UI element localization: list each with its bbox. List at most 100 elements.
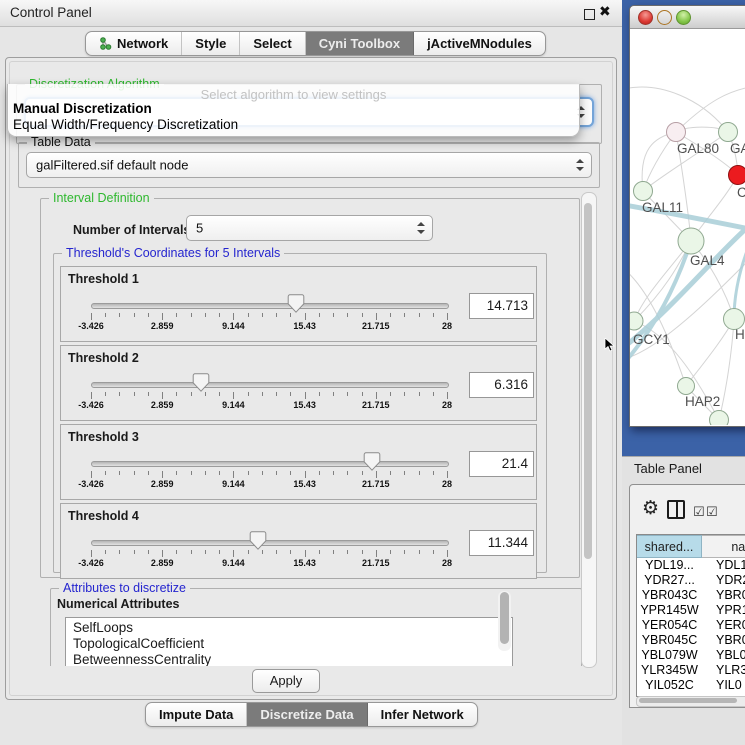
mouse-cursor [604,338,616,352]
table-panel-title: Table Panel [634,461,702,476]
settings-scroll-viewport: Interval Definition Number of Intervals … [16,192,582,666]
table-row[interactable]: YDR27...YDR2 [637,573,745,588]
attribute-list-item[interactable]: SelfLoops [66,620,512,636]
close-icon[interactable]: ✖ [599,3,611,20]
slider-thumb[interactable] [250,531,267,550]
network-node[interactable] [678,378,695,395]
threshold-value-field[interactable]: 14.713 [469,293,534,319]
slider-thumb[interactable] [193,373,210,392]
threshold-label: Threshold 2 [68,351,139,365]
tab-cyni-toolbox[interactable]: Cyni Toolbox [306,32,414,55]
network-node[interactable] [630,312,643,330]
slider-thumb-zone [91,531,447,551]
apply-button[interactable]: Apply [252,669,320,693]
table-row[interactable]: YER054CYER0 [637,618,745,633]
network-node-labels: GAL80GACGAL11GAL4GCY1HHAP2 [633,141,745,409]
tab-discretize-data[interactable]: Discretize Data [247,703,367,726]
attributes-group: Attributes to discretize Numerical Attri… [50,588,582,666]
slider-ticks [91,313,447,320]
slider-thumb[interactable] [364,452,381,471]
tab-select[interactable]: Select [240,32,305,55]
slider-thumb-zone [91,373,447,393]
slider-thumb[interactable] [288,294,305,313]
control-panel-titlebar: Control Panel ✖ [0,0,622,27]
network-node[interactable] [667,123,686,142]
group-title: Threshold's Coordinates for 5 Intervals [62,246,284,260]
tab-label: Impute Data [159,707,233,722]
threshold-value-field[interactable]: 6.316 [469,372,534,398]
table-data-combo[interactable]: galFiltered.sif default node [26,152,592,178]
gear-icon[interactable]: ⚙ [642,497,659,520]
threshold-value-field[interactable]: 11.344 [469,530,534,556]
slider-tick-labels: -3.4262.8599.14415.4321.71528 [91,479,447,489]
table-row[interactable]: YBR045CYBR0 [637,633,745,648]
node-label: GAL11 [642,200,683,215]
network-node[interactable] [710,411,729,426]
node-table: shared... name YDL19...YDL1YDR27...YDR2Y… [636,534,745,697]
minimize-traffic-light-icon[interactable] [657,10,672,25]
table-row[interactable]: YPR145WYPR1 [637,603,745,618]
network-node[interactable] [678,228,704,254]
dropdown-item-manual-discretization[interactable]: Manual Discretization [13,101,152,116]
table-horizontal-scrollbar[interactable] [636,696,745,707]
column-selector-icon[interactable] [667,500,685,519]
settings-vertical-scrollbar[interactable] [581,192,597,668]
group-title: Table Data [27,135,95,149]
slider-ticks [91,392,447,399]
tab-impute-data[interactable]: Impute Data [146,703,247,726]
network-window-titlebar[interactable] [630,6,745,29]
number-of-intervals-label: Number of Intervals [73,223,190,237]
node-label: H [735,327,745,342]
threshold-panel: Threshold 3 -3.4262.8599.14415.4321.7152… [60,424,537,500]
threshold-label: Threshold 4 [68,509,139,523]
scrollbar-thumb[interactable] [584,203,592,559]
dropdown-hint: Select algorithm to view settings [8,87,579,102]
select-all-icon[interactable]: ☑ [693,504,703,520]
network-window: GAL80GACGAL11GAL4GCY1HHAP2 [629,5,745,427]
table-row[interactable]: YLR345WYLR3 [637,663,745,678]
numerical-attributes-list: SelfLoopsTopologicalCoefficientBetweenne… [65,617,513,666]
table-header: shared... name [637,535,745,558]
threshold-value-field[interactable]: 21.4 [469,451,534,477]
tab-style[interactable]: Style [182,32,240,55]
application-root: Control Panel ✖ Network Style Select Cyn… [0,0,745,745]
table-row[interactable]: YBR043CYBR0 [637,588,745,603]
tab-jactivemnodules[interactable]: jActiveMNodules [414,32,545,55]
tab-network[interactable]: Network [86,32,182,55]
node-label: GA [730,141,745,156]
slider-thumb-zone [91,294,447,314]
slider-thumb-zone [91,452,447,472]
dropdown-item-equal-width[interactable]: Equal Width/Frequency Discretization [13,117,238,132]
float-window-icon[interactable] [584,9,595,20]
number-of-intervals-combo[interactable]: 5 [186,215,433,241]
table-row[interactable]: YDL19...YDL1 [637,558,745,573]
thresholds-group: Threshold's Coordinates for 5 Intervals … [53,253,547,573]
close-traffic-light-icon[interactable] [638,10,653,25]
column-header-shared-name[interactable]: shared... [637,535,702,558]
network-node[interactable] [729,166,745,185]
tab-label: jActiveMNodules [427,36,532,51]
column-header-name[interactable]: name [702,535,745,558]
scrollbar-thumb[interactable] [639,698,737,703]
zoom-traffic-light-icon[interactable] [676,10,691,25]
network-node[interactable] [634,182,653,201]
tab-infer-network[interactable]: Infer Network [368,703,477,726]
attributes-list-scrollbar[interactable] [498,591,511,651]
slider-tick-labels: -3.4262.8599.14415.4321.71528 [91,400,447,410]
tab-label: Cyni Toolbox [319,36,400,51]
combo-value: galFiltered.sif default node [36,158,188,173]
threshold-panel: Threshold 1 -3.4262.8599.14415.4321.7152… [60,266,537,342]
network-canvas[interactable]: GAL80GACGAL11GAL4GCY1HHAP2 [630,29,745,425]
numerical-attributes-label: Numerical Attributes [57,597,179,611]
table-toolbar: ⚙ ☑ ☑ [630,485,745,533]
threshold-label: Threshold 1 [68,272,139,286]
slider-ticks [91,471,447,478]
unselect-all-icon[interactable]: ☑ [706,504,716,520]
table-row[interactable]: YBL079WYBL0 [637,648,745,663]
table-rows: YDL19...YDL1YDR27...YDR2YBR043CYBR0YPR14… [637,558,745,693]
table-row[interactable]: YIL052CYIL0 [637,678,745,693]
attribute-list-item[interactable]: TopologicalCoefficient [66,636,512,652]
thresholds-container: Threshold 1 -3.4262.8599.14415.4321.7152… [60,266,537,582]
attribute-list-item[interactable]: BetweennessCentrality [66,652,512,666]
network-node[interactable] [719,123,738,142]
